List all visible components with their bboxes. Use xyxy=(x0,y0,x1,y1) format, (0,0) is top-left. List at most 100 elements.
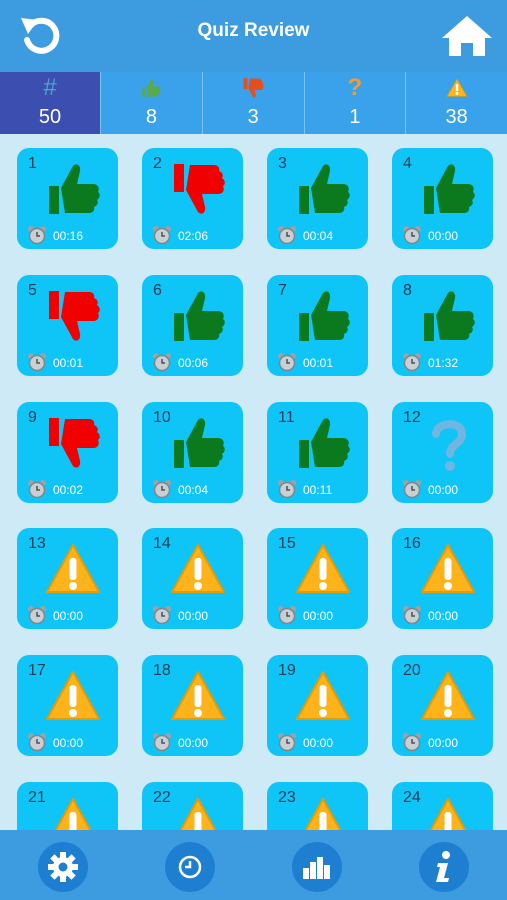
question-number: 2 xyxy=(153,155,162,172)
alarm-clock-icon xyxy=(403,733,421,752)
alarm-clock-icon xyxy=(28,733,46,752)
stats-icon xyxy=(303,857,330,879)
stat-correct[interactable]: 8 xyxy=(101,72,203,134)
warning-icon xyxy=(46,671,100,720)
alarm-clock-icon xyxy=(278,733,296,752)
warning-icon xyxy=(171,671,225,720)
question-tile[interactable]: 18 00:00 xyxy=(142,655,243,756)
thumbs-up-icon xyxy=(299,418,350,468)
warning-icon xyxy=(406,72,507,104)
time-spent: 00:01 xyxy=(303,356,334,370)
alarm-clock-icon xyxy=(403,606,421,625)
alarm-clock-icon xyxy=(403,353,421,372)
alarm-clock-icon xyxy=(28,606,46,625)
thumbs-down-icon xyxy=(174,164,225,214)
time-spent: 00:00 xyxy=(428,736,459,750)
question-tile[interactable]: 15 00:00 xyxy=(267,528,368,629)
time-spent: 00:00 xyxy=(303,609,334,623)
question-number: 14 xyxy=(153,535,171,552)
thumbs-up-icon xyxy=(299,164,350,214)
info-button[interactable] xyxy=(419,842,469,892)
thumbs-up-icon xyxy=(174,291,225,341)
time-spent: 00:00 xyxy=(53,736,84,750)
time-spent: 00:00 xyxy=(428,609,459,623)
question-tile[interactable]: 4 00:00 xyxy=(392,148,493,249)
time-spent: 00:04 xyxy=(303,229,334,243)
question-number: 15 xyxy=(278,535,296,552)
stat-unanswered[interactable]: 38 xyxy=(406,72,507,134)
question-number: 6 xyxy=(153,282,162,299)
warning-icon xyxy=(421,544,475,593)
question-tile[interactable]: 12 00:00 xyxy=(392,402,493,503)
time-spent: 00:00 xyxy=(428,229,459,243)
summary-bar: # 50 8 3 ? 1 38 xyxy=(0,72,507,134)
question-tile[interactable]: 1 00:16 xyxy=(17,148,118,249)
question-tile[interactable]: 13 00:00 xyxy=(17,528,118,629)
time-spent: 00:04 xyxy=(178,483,209,497)
question-tile[interactable]: 7 00:01 xyxy=(267,275,368,376)
time-spent: 01:32 xyxy=(428,356,459,370)
question-tile[interactable]: 11 00:11 xyxy=(267,402,368,503)
stat-unsure-value: 1 xyxy=(349,106,361,128)
alarm-clock-icon xyxy=(403,480,421,499)
timer-button[interactable] xyxy=(165,842,215,892)
question-tile[interactable]: 17 00:00 xyxy=(17,655,118,756)
alarm-clock-icon xyxy=(153,480,171,499)
question-number: 22 xyxy=(153,789,171,806)
settings-button[interactable] xyxy=(38,842,88,892)
warning-icon xyxy=(296,544,350,593)
hash-icon: # xyxy=(43,74,57,101)
home-button[interactable] xyxy=(440,14,494,58)
thumbs-up-icon xyxy=(101,72,202,104)
question-tile[interactable]: 8 01:32 xyxy=(392,275,493,376)
warning-icon xyxy=(179,798,217,830)
alarm-clock-icon xyxy=(28,480,46,499)
question-tile[interactable]: 23 xyxy=(267,782,368,830)
statistics-button[interactable] xyxy=(292,842,342,892)
stat-total[interactable]: # 50 xyxy=(0,72,101,134)
stat-wrong-value: 3 xyxy=(247,106,259,128)
question-tile[interactable]: 24 xyxy=(392,782,493,830)
thumbs-up-icon xyxy=(424,291,475,341)
question-tile[interactable]: 10 00:04 xyxy=(142,402,243,503)
question-tile[interactable]: 16 00:00 xyxy=(392,528,493,629)
question-tile[interactable]: 21 xyxy=(17,782,118,830)
stat-correct-value: 8 xyxy=(145,106,157,128)
home-icon xyxy=(442,16,492,56)
time-spent: 00:01 xyxy=(53,356,84,370)
warning-icon xyxy=(429,798,467,830)
question-grid: 1 00:16 2 02:06 3 00:04 4 00:00 5 00:01 6 00:06 7 00:… xyxy=(0,134,507,830)
alarm-clock-icon xyxy=(403,226,421,245)
stat-unsure[interactable]: ? 1 xyxy=(305,72,407,134)
stat-total-value: 50 xyxy=(38,106,62,128)
stat-wrong[interactable]: 3 xyxy=(203,72,305,134)
question-tile[interactable]: 20 00:00 xyxy=(392,655,493,756)
header-bar: Quiz Review xyxy=(0,0,507,72)
settings-icon xyxy=(48,852,78,882)
warning-icon xyxy=(296,671,350,720)
warning-icon xyxy=(304,798,342,830)
question-tile[interactable]: 6 00:06 xyxy=(142,275,243,376)
question-tile[interactable]: 5 00:01 xyxy=(17,275,118,376)
alarm-clock-icon xyxy=(278,353,296,372)
question-tile[interactable]: 19 00:00 xyxy=(267,655,368,756)
thumbs-down-icon xyxy=(49,291,100,341)
warning-icon xyxy=(171,544,225,593)
question-number: 24 xyxy=(403,789,421,806)
question-tile[interactable]: 3 00:04 xyxy=(267,148,368,249)
question-tile[interactable]: 14 00:00 xyxy=(142,528,243,629)
thumbs-up-icon xyxy=(424,164,475,214)
time-spent: 00:06 xyxy=(178,356,209,370)
question-number: 18 xyxy=(153,662,171,679)
question-number: 16 xyxy=(403,535,421,552)
alarm-clock-icon xyxy=(278,606,296,625)
page-title: Quiz Review xyxy=(197,20,310,41)
question-tile[interactable]: 2 02:06 xyxy=(142,148,243,249)
thumbs-down-icon xyxy=(49,418,100,468)
alarm-clock-icon xyxy=(153,353,171,372)
question-number: 12 xyxy=(403,409,421,426)
question-tile[interactable]: 9 00:02 xyxy=(17,402,118,503)
warning-icon xyxy=(421,671,475,720)
question-tile[interactable]: 22 xyxy=(142,782,243,830)
question-number: 10 xyxy=(153,409,171,426)
